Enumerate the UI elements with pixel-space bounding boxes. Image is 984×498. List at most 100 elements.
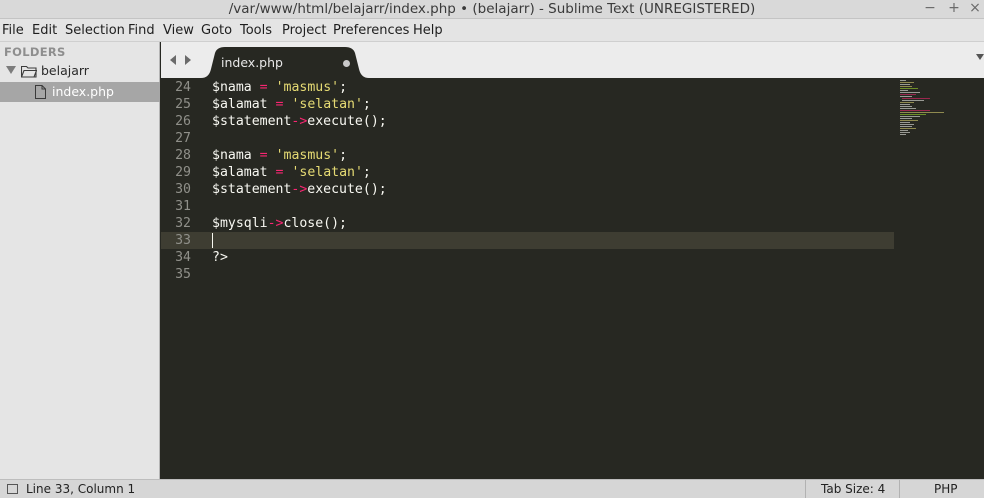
minimap-line [900,86,912,87]
code-token: (); [362,114,387,129]
menu-edit[interactable]: Edit [32,19,57,42]
panel-toggle-icon[interactable] [7,484,18,494]
code-token: ; [362,97,371,112]
tab-size-indicator[interactable]: Tab Size: 4 [821,482,885,496]
code-text: $nama = 'masmus'; [212,79,347,96]
line-number: 25 [175,97,191,112]
code-text: $mysqli->close(); [212,215,347,232]
menu-preferences[interactable]: Preferences [333,19,409,42]
code-token: $statement [212,182,292,197]
arrow-right-icon[interactable] [183,54,193,66]
code-line[interactable]: 27 [161,130,894,147]
arrow-left-icon[interactable] [168,54,178,66]
menu-find[interactable]: Find [128,19,155,42]
minimap[interactable] [894,78,984,479]
line-number: 31 [175,199,191,214]
sidebar-folder-belajarr[interactable]: belajarr [0,62,160,82]
close-icon[interactable]: × [964,0,984,19]
minimap-line [900,88,918,89]
menu-selection[interactable]: Selection [65,19,125,42]
code-token: $nama [212,80,252,95]
code-line[interactable]: 33 [161,232,894,249]
minimap-line [900,90,908,91]
code-token: = [259,80,268,95]
line-number: 27 [175,131,191,146]
line-number: 35 [175,267,191,282]
status-divider [805,480,806,498]
text-caret [212,233,213,248]
line-number: 26 [175,114,191,129]
minimap-line [900,110,930,111]
minimap-line [900,120,918,121]
line-number: 30 [175,182,191,197]
status-bar: Line 33, Column 1 Tab Size: 4 PHP [0,479,984,498]
cursor-position: Line 33, Column 1 [26,482,136,496]
code-token: $nama [212,148,252,163]
minimap-line [900,84,910,85]
code-text: $nama = 'masmus'; [212,147,347,164]
window-title: /var/www/html/belajarr/index.php • (bela… [228,1,756,17]
tab-bar: index.php [161,42,984,78]
code-line[interactable]: 24 $nama = 'masmus'; [161,79,894,96]
modified-dot-icon[interactable] [343,60,350,67]
tab-dropdown-icon[interactable] [976,54,984,60]
code-token: $statement [212,114,292,129]
code-line[interactable]: 31 [161,198,894,215]
minimap-line [902,98,930,99]
minimap-line [900,134,906,135]
code-token: (); [323,216,347,231]
minimap-line [900,102,914,103]
tab-index-php[interactable]: index.php [201,47,369,78]
code-token: $alamat [212,165,268,180]
code-text: $alamat = 'selatan'; [212,96,371,113]
chevron-down-icon[interactable] [6,66,16,74]
code-line[interactable]: 35 [161,266,894,283]
syntax-indicator[interactable]: PHP [934,482,958,496]
code-line[interactable]: 30 $statement->execute(); [161,181,894,198]
folders-header: FOLDERS [4,45,66,59]
minimap-line [900,112,944,113]
code-token: close [283,216,324,231]
code-line[interactable]: 25 $alamat = 'selatan'; [161,96,894,113]
minimap-line [900,130,908,131]
code-line[interactable]: 26 $statement->execute(); [161,113,894,130]
code-token: ; [339,80,348,95]
minimap-line [900,82,914,83]
minimap-line [900,106,912,107]
sidebar: FOLDERS belajarr index.php [0,42,160,479]
code-line[interactable]: 32 $mysqli->close(); [161,215,894,232]
menu-file[interactable]: File [2,19,24,42]
code-text: $statement->execute(); [212,113,387,130]
code-token: 'selatan' [291,97,363,112]
line-number: 24 [175,80,191,95]
minimap-line [900,124,914,125]
line-number: 33 [175,233,191,248]
sidebar-file-index-php[interactable]: index.php [0,82,160,102]
menu-bar: File Edit Selection Find View Goto Tools… [0,19,984,42]
minimap-line [900,108,916,109]
menu-help[interactable]: Help [413,19,443,42]
menu-tools[interactable]: Tools [240,19,272,42]
menu-view[interactable]: View [163,19,194,42]
code-token: ; [362,165,371,180]
menu-goto[interactable]: Goto [201,19,232,42]
maximize-icon[interactable]: + [943,0,965,19]
code-line[interactable]: 28 $nama = 'masmus'; [161,147,894,164]
code-token: $mysqli [212,216,268,231]
minimize-icon[interactable]: − [919,0,941,19]
menu-project[interactable]: Project [282,19,326,42]
code-line[interactable]: 29 $alamat = 'selatan'; [161,164,894,181]
code-token: 'selatan' [291,165,363,180]
code-token: -> [291,114,308,129]
code-line[interactable]: 34 ?> [161,249,894,266]
minimap-line [900,126,912,127]
code-token: $alamat [212,97,268,112]
minimap-line [900,80,906,81]
code-editor[interactable]: 24 $nama = 'masmus'; 25 $alamat = 'selatan'… [161,78,984,479]
line-number: 28 [175,148,191,163]
tab-label: index.php [221,55,283,70]
